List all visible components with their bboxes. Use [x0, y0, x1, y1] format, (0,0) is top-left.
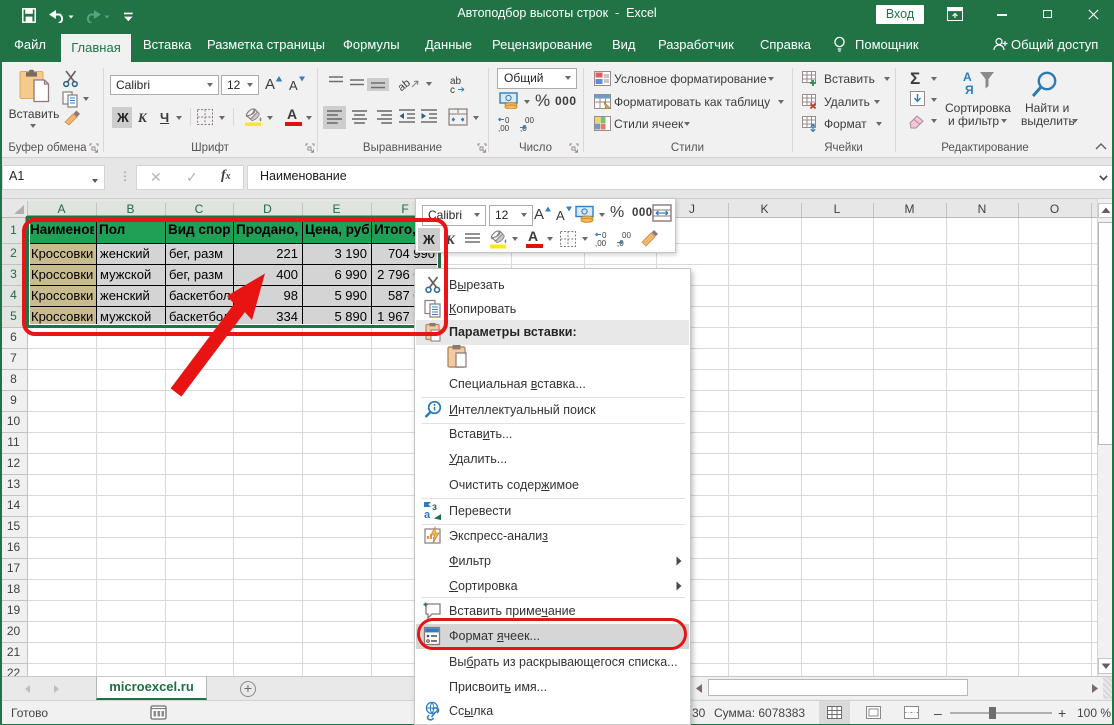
svg-text:а: а [424, 509, 431, 521]
svg-text:c: c [450, 85, 455, 94]
svg-text:,00: ,00 [595, 239, 607, 248]
svg-text:А: А [963, 70, 972, 84]
svg-text:ab: ab [398, 77, 413, 93]
svg-text:,00: ,00 [498, 124, 510, 132]
svg-text:Я: Я [965, 83, 974, 97]
svg-text:з: з [432, 502, 437, 513]
